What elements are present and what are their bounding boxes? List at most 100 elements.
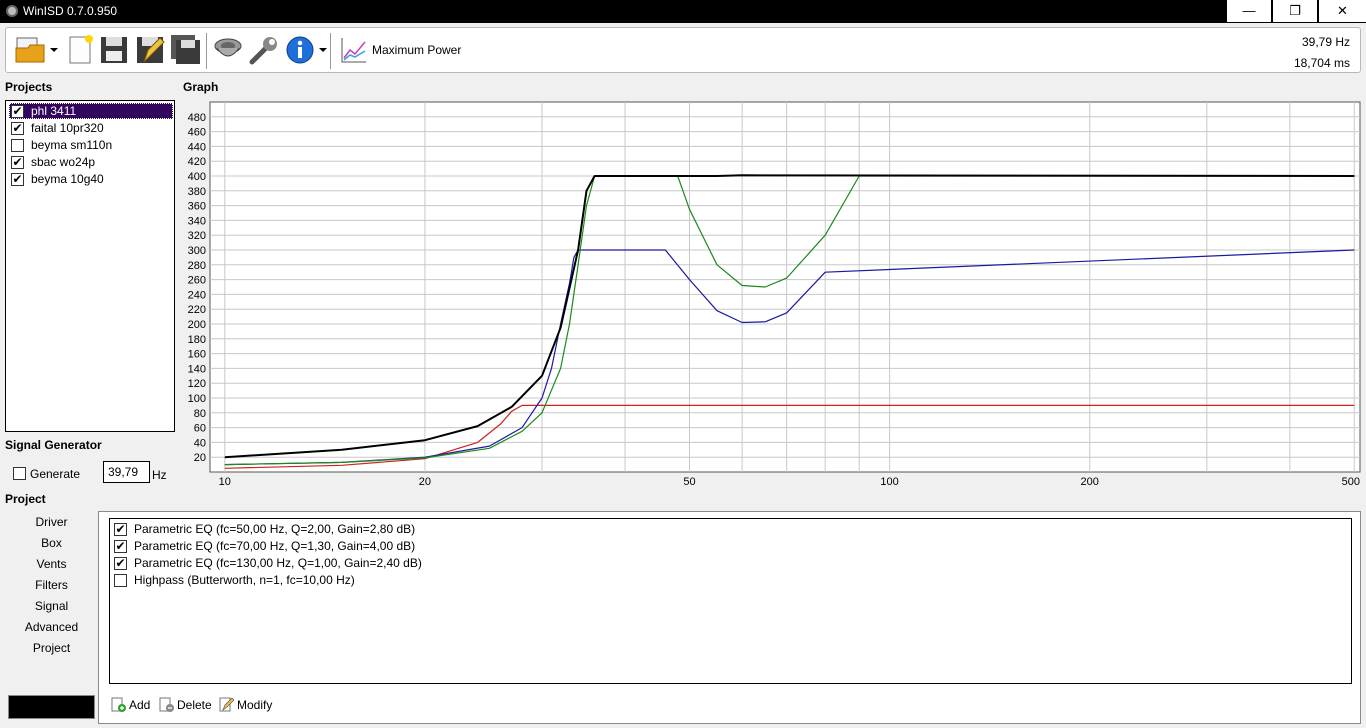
project-name: faital 10pr320 — [31, 121, 104, 135]
y-tick-label: 400 — [188, 171, 206, 183]
graph-label: Graph — [183, 80, 219, 94]
generate-label: Generate — [30, 467, 81, 481]
generator-frequency-unit: Hz — [152, 468, 167, 482]
plot-background — [209, 101, 1361, 473]
toolbar-separator — [330, 33, 331, 69]
filter-label: Parametric EQ (fc=50,00 Hz, Q=2,00, Gain… — [134, 522, 416, 536]
nav-item-signal[interactable]: Signal — [5, 599, 98, 613]
minimize-button[interactable]: — — [1226, 0, 1271, 22]
y-tick-label: 180 — [188, 334, 206, 346]
nav-item-project[interactable]: Project — [5, 641, 98, 655]
graph-mode-label[interactable]: Maximum Power — [372, 43, 461, 57]
nav-item-driver[interactable]: Driver — [5, 515, 98, 529]
filter-checkbox[interactable]: ✔ — [114, 540, 127, 553]
time-readout: 18,704 ms — [1293, 56, 1350, 70]
filter-item[interactable]: Highpass (Butterworth, n=1, fc=10,00 Hz) — [112, 572, 712, 588]
filter-checkbox[interactable]: ✔ — [114, 557, 127, 570]
add-icon — [111, 697, 126, 712]
projects-label: Projects — [5, 80, 53, 94]
speaker-icon[interactable] — [212, 34, 244, 66]
y-tick-label: 40 — [194, 437, 206, 449]
y-tick-label: 480 — [188, 112, 206, 124]
y-tick-label: 420 — [188, 156, 206, 168]
filter-label: Parametric EQ (fc=130,00 Hz, Q=1,00, Gai… — [134, 556, 422, 570]
nav-item-vents[interactable]: Vents — [5, 557, 98, 571]
graph-area[interactable]: 20 40 60 80 100 120 140 160 180 200 220 240 260 280 30… — [180, 100, 1362, 490]
x-tick-label: 10 — [219, 476, 231, 488]
filter-list[interactable]: ✔ Parametric EQ (fc=50,00 Hz, Q=2,00, Gai… — [109, 518, 1352, 684]
close-button[interactable]: ✕ — [1318, 0, 1366, 22]
filter-checkbox[interactable]: ✔ — [114, 523, 127, 536]
project-checkbox[interactable]: ✔ — [11, 105, 24, 118]
x-tick-label: 50 — [683, 476, 695, 488]
y-tick-label: 200 — [188, 319, 206, 331]
add-label: Add — [129, 698, 151, 712]
y-tick-label: 20 — [194, 452, 206, 464]
save-all-icon[interactable] — [170, 34, 202, 66]
restore-button[interactable]: ❐ — [1272, 0, 1317, 22]
generate-checkbox[interactable] — [13, 467, 26, 480]
project-name: phl 3411 — [31, 104, 77, 118]
y-tick-label: 460 — [188, 127, 206, 139]
chart[interactable]: 20 40 60 80 100 120 140 160 180 200 220 240 260 280 30… — [180, 100, 1362, 490]
wrench-icon[interactable] — [248, 34, 280, 66]
project-item[interactable]: ✔ beyma 10g40 — [9, 171, 173, 187]
open-folder-icon[interactable] — [14, 34, 46, 66]
project-name: beyma sm110n — [31, 138, 113, 152]
project-name: beyma 10g40 — [31, 172, 104, 186]
project-section-label: Project — [5, 492, 46, 506]
status-box — [8, 695, 95, 719]
filter-checkbox[interactable] — [114, 574, 127, 587]
graph-type-icon[interactable] — [338, 34, 370, 66]
y-tick-label: 280 — [188, 260, 206, 272]
filter-item[interactable]: ✔ Parametric EQ (fc=50,00 Hz, Q=2,00, Gai… — [112, 521, 712, 537]
y-tick-label: 260 — [188, 275, 206, 287]
info-icon[interactable] — [284, 34, 316, 66]
project-checkbox[interactable]: ✔ — [11, 173, 24, 186]
y-tick-label: 120 — [188, 378, 206, 390]
app-icon — [6, 5, 18, 17]
y-tick-label: 160 — [188, 349, 206, 361]
new-document-icon[interactable] — [64, 34, 96, 66]
generator-frequency-input[interactable] — [103, 461, 150, 483]
delete-icon — [159, 697, 174, 712]
y-tick-label: 440 — [188, 141, 206, 153]
project-checkbox[interactable]: ✔ — [11, 122, 24, 135]
open-dropdown-icon[interactable] — [50, 48, 58, 52]
project-name: sbac wo24p — [31, 155, 96, 169]
frequency-readout: 39,79 Hz — [1301, 35, 1350, 49]
y-tick-label: 80 — [194, 408, 206, 420]
x-tick-label: 500 — [1342, 476, 1360, 488]
y-tick-label: 240 — [188, 289, 206, 301]
modify-label: Modify — [237, 698, 273, 712]
y-tick-label: 220 — [188, 304, 206, 316]
x-tick-label: 100 — [880, 476, 898, 488]
x-tick-label: 20 — [419, 476, 431, 488]
y-tick-label: 100 — [188, 393, 206, 405]
modify-icon — [219, 697, 234, 712]
project-checkbox[interactable]: ✔ — [11, 156, 24, 169]
project-item[interactable]: ✔ phl 3411 — [9, 103, 173, 119]
nav-item-advanced[interactable]: Advanced — [5, 620, 98, 634]
save-as-icon[interactable] — [134, 34, 166, 66]
filter-item[interactable]: ✔ Parametric EQ (fc=130,00 Hz, Q=1,00, Ga… — [112, 555, 712, 571]
nav-item-box[interactable]: Box — [5, 536, 98, 550]
project-item[interactable]: ✔ sbac wo24p — [9, 154, 173, 170]
y-tick-label: 380 — [188, 186, 206, 198]
signal-generator-label: Signal Generator — [5, 438, 102, 452]
filter-item[interactable]: ✔ Parametric EQ (fc=70,00 Hz, Q=1,30, Gai… — [112, 538, 712, 554]
project-item[interactable]: ✔ faital 10pr320 — [9, 120, 173, 136]
toolbar-separator — [206, 33, 207, 69]
x-tick-label: 200 — [1081, 476, 1099, 488]
y-tick-label: 360 — [188, 201, 206, 213]
projects-list[interactable]: ✔ phl 3411 ✔ faital 10pr320 beyma sm110n ✔ sba… — [5, 100, 175, 432]
y-tick-label: 140 — [188, 363, 206, 375]
info-dropdown-icon[interactable] — [319, 48, 327, 52]
project-checkbox[interactable] — [11, 139, 24, 152]
project-panel: ✔ Parametric EQ (fc=50,00 Hz, Q=2,00, Gai… — [98, 511, 1361, 724]
save-icon[interactable] — [98, 34, 130, 66]
filter-label: Parametric EQ (fc=70,00 Hz, Q=1,30, Gain… — [134, 539, 416, 553]
y-tick-label: 340 — [188, 215, 206, 227]
nav-item-filters[interactable]: Filters — [5, 578, 98, 592]
project-item[interactable]: beyma sm110n — [9, 137, 173, 153]
